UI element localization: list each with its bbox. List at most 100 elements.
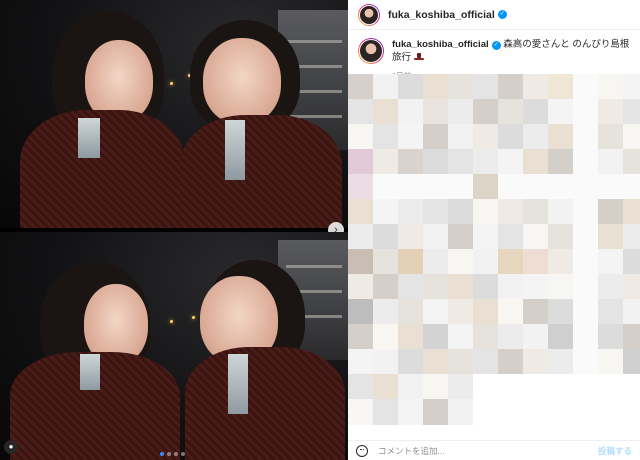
caption-username[interactable]: fuka_koshiba_official	[392, 39, 489, 50]
blur-cell	[398, 299, 424, 325]
hat-icon	[413, 53, 424, 60]
blur-cell	[423, 399, 449, 425]
blur-cell	[348, 224, 374, 250]
blur-cell	[498, 74, 524, 100]
blur-cell	[498, 224, 524, 250]
blur-cell	[573, 274, 599, 300]
blur-cell	[398, 224, 424, 250]
blur-cell	[373, 324, 399, 350]
post-button[interactable]: 投稿する	[598, 445, 632, 457]
blur-cell	[523, 299, 549, 325]
blur-cell	[398, 349, 424, 375]
blur-cell	[598, 149, 624, 175]
blur-cell	[448, 324, 474, 350]
verified-badge-icon: ✓	[491, 41, 501, 50]
blur-cell	[423, 224, 449, 250]
blur-cell	[598, 249, 624, 275]
blur-cell	[623, 249, 640, 275]
blur-cell	[398, 99, 424, 125]
blur-cell	[623, 349, 640, 375]
carousel-dot	[160, 452, 164, 456]
blur-cell	[573, 249, 599, 275]
blur-cell	[523, 124, 549, 150]
blur-cell	[423, 124, 449, 150]
blur-cell	[473, 399, 499, 425]
blur-cell	[623, 224, 640, 250]
blur-cell	[548, 399, 574, 425]
blur-cell	[598, 174, 624, 200]
blur-cell	[398, 149, 424, 175]
emoji-icon[interactable]	[356, 444, 368, 457]
blur-cell	[448, 74, 474, 100]
blur-cell	[573, 374, 599, 400]
blur-cell	[448, 99, 474, 125]
comment-input[interactable]	[378, 445, 598, 456]
blur-cell	[548, 299, 574, 325]
avatar[interactable]	[358, 38, 384, 64]
blur-cell	[373, 149, 399, 175]
blur-cell	[473, 299, 499, 325]
blur-cell	[623, 374, 640, 400]
blur-cell	[623, 324, 640, 350]
blur-cell	[448, 249, 474, 275]
user-tag-icon[interactable]: ●	[4, 440, 18, 454]
blur-cell	[423, 299, 449, 325]
blur-cell	[473, 374, 499, 400]
post-header: fuka_koshiba_official ✓	[348, 0, 640, 30]
blur-cell	[573, 299, 599, 325]
blur-cell	[473, 249, 499, 275]
blur-cell	[623, 199, 640, 225]
blur-cell	[598, 124, 624, 150]
blur-cell	[423, 374, 449, 400]
blur-cell	[373, 374, 399, 400]
blur-cell	[348, 399, 374, 425]
blur-cell	[348, 299, 374, 325]
blur-cell	[373, 349, 399, 375]
blur-cell	[348, 124, 374, 150]
blur-cell	[348, 274, 374, 300]
blur-cell	[598, 224, 624, 250]
blur-cell	[348, 249, 374, 275]
blur-cell	[423, 349, 449, 375]
blur-cell	[523, 274, 549, 300]
blur-cell	[523, 349, 549, 375]
blur-cell	[348, 174, 374, 200]
post-media[interactable]: › ●	[0, 0, 348, 460]
blur-cell	[373, 199, 399, 225]
blur-cell	[623, 99, 640, 125]
blur-cell	[448, 174, 474, 200]
blur-cell	[623, 149, 640, 175]
blur-cell	[348, 149, 374, 175]
blur-cell	[473, 274, 499, 300]
blur-cell	[348, 374, 374, 400]
blur-cell	[473, 149, 499, 175]
header-username[interactable]: fuka_koshiba_official	[388, 9, 495, 21]
blur-cell	[598, 374, 624, 400]
blur-cell	[623, 124, 640, 150]
blur-cell	[573, 149, 599, 175]
comment-box: 投稿する	[348, 440, 640, 460]
blur-cell	[623, 74, 640, 100]
blur-cell	[398, 74, 424, 100]
carousel-dot	[181, 452, 185, 456]
blur-cell	[448, 374, 474, 400]
blur-cell	[373, 399, 399, 425]
blur-cell	[548, 174, 574, 200]
blur-cell	[423, 199, 449, 225]
blur-cell	[523, 374, 549, 400]
blur-cell	[473, 199, 499, 225]
avatar[interactable]	[358, 3, 380, 26]
carousel-dot	[174, 452, 178, 456]
blur-cell	[448, 399, 474, 425]
blur-cell	[448, 124, 474, 150]
blur-cell	[623, 299, 640, 325]
blur-cell	[373, 124, 399, 150]
blur-cell	[423, 74, 449, 100]
blur-cell	[398, 274, 424, 300]
blur-cell	[548, 349, 574, 375]
blur-cell	[398, 374, 424, 400]
blur-cell	[573, 174, 599, 200]
blur-cell	[598, 99, 624, 125]
blur-cell	[448, 149, 474, 175]
blur-cell	[498, 174, 524, 200]
